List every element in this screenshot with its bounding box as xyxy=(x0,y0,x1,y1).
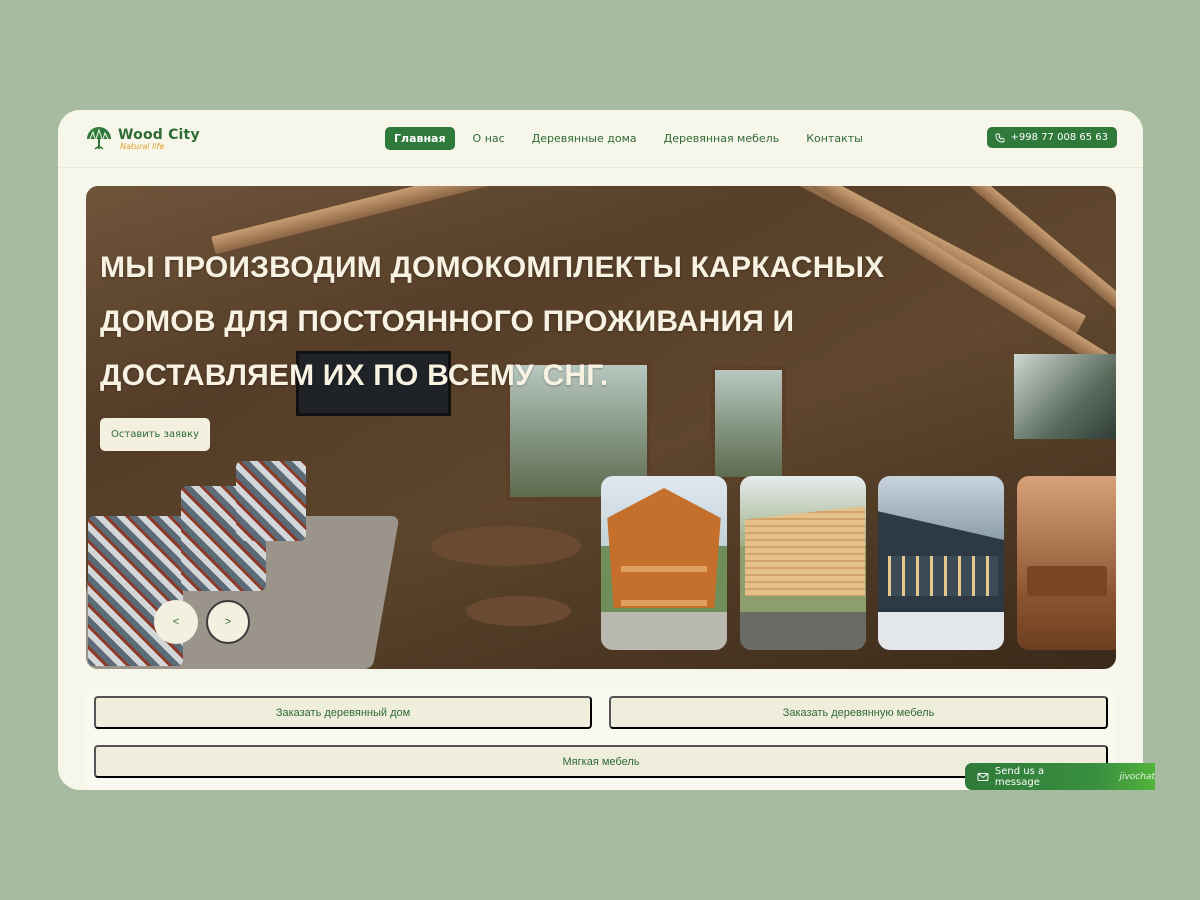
hero-title-line: ДОСТАВЛЯЕМ ИХ ПО ВСЕМУ СНГ. xyxy=(100,359,609,392)
slider-prev-button[interactable]: < xyxy=(154,600,198,644)
phone-number: +998 77 008 65 63 xyxy=(1010,132,1108,143)
chat-label: Send us a message xyxy=(994,765,1045,788)
coffee-table-image xyxy=(466,596,571,626)
phone-icon xyxy=(995,133,1004,142)
nav-item-wooden-furniture[interactable]: Деревянная мебель xyxy=(655,127,789,150)
leave-request-button[interactable]: Оставить заявку xyxy=(100,418,210,451)
phone-button[interactable]: +998 77 008 65 63 xyxy=(986,127,1117,148)
painting-image xyxy=(1014,354,1116,439)
browser-frame: Wood City Natural life Главная О нас Дер… xyxy=(58,110,1143,790)
nav-item-home[interactable]: Главная xyxy=(385,127,455,150)
coffee-table-image xyxy=(431,526,581,566)
nav-item-wooden-houses[interactable]: Деревянные дома xyxy=(523,127,646,150)
hero-title-line: ДОМОВ ДЛЯ ПОСТОЯННОГО ПРОЖИВАНИЯ И xyxy=(100,305,795,338)
action-buttons: Заказать деревянный дом Заказать деревян… xyxy=(86,688,1116,790)
nav-item-about[interactable]: О нас xyxy=(464,127,514,150)
logo-title: Wood City xyxy=(118,126,200,143)
order-house-button[interactable]: Заказать деревянный дом xyxy=(94,696,592,729)
slider-next-button[interactable]: > xyxy=(206,600,250,644)
hero-title-line: МЫ ПРОИЗВОДИМ ДОМОКОМПЛЕКТЫ КАРКАСНЫХ xyxy=(100,251,885,284)
soft-furniture-button[interactable]: Мягкая мебель xyxy=(94,745,1108,778)
nav-item-contacts[interactable]: Контакты xyxy=(797,127,872,150)
chat-brand: jivochat xyxy=(1119,771,1155,782)
logo-tagline: Natural life xyxy=(120,141,165,151)
pillow-image xyxy=(236,461,306,541)
main-nav: Главная О нас Деревянные дома Деревянная… xyxy=(385,127,881,150)
hero-title: МЫ ПРОИЗВОДИМ ДОМОКОМПЛЕКТЫ КАРКАСНЫХ ДО… xyxy=(100,241,900,403)
slide-thumbnail-modern-house[interactable] xyxy=(878,476,1004,650)
hero-slider: МЫ ПРОИЗВОДИМ ДОМОКОМПЛЕКТЫ КАРКАСНЫХ ДО… xyxy=(86,186,1116,669)
slide-thumbnail-log-cabin[interactable] xyxy=(740,476,866,650)
mail-icon xyxy=(977,772,989,781)
pillow-image xyxy=(88,516,183,666)
site-header: Wood City Natural life Главная О нас Дер… xyxy=(58,110,1143,168)
logo[interactable]: Wood City Natural life xyxy=(84,125,200,153)
slide-thumbnail-orange-cabin[interactable] xyxy=(601,476,727,650)
slide-thumbnail-dining-room[interactable] xyxy=(1017,476,1116,650)
chat-widget[interactable]: Send us a message jivochat xyxy=(965,763,1155,790)
order-furniture-button[interactable]: Заказать деревянную мебель xyxy=(609,696,1108,729)
tree-logo-icon xyxy=(87,127,111,150)
